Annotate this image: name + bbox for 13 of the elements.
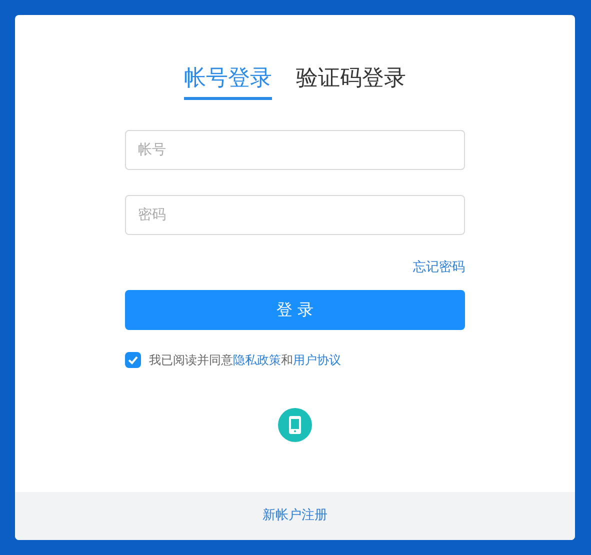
login-tab[interactable]: 验证码登录: [296, 65, 406, 100]
agree-checkbox[interactable]: [125, 352, 141, 368]
text-field[interactable]: 帐号: [125, 130, 465, 170]
login-tab[interactable]: 帐号登录: [184, 65, 272, 100]
forgot-password-link[interactable]: 忘记密码: [413, 259, 465, 277]
user-agreement-link[interactable]: 用户协议: [293, 353, 341, 367]
phone-login-icon[interactable]: [278, 408, 312, 442]
login-button[interactable]: 登 录: [125, 290, 465, 330]
text-field[interactable]: 密码: [125, 195, 465, 235]
checkmark-icon: [127, 354, 139, 366]
privacy-policy-link[interactable]: 隐私政策: [233, 353, 281, 367]
register-link[interactable]: 新帐户注册: [262, 506, 328, 526]
agreement-text: 我已阅读并同意隐私政策和用户协议: [149, 352, 341, 369]
